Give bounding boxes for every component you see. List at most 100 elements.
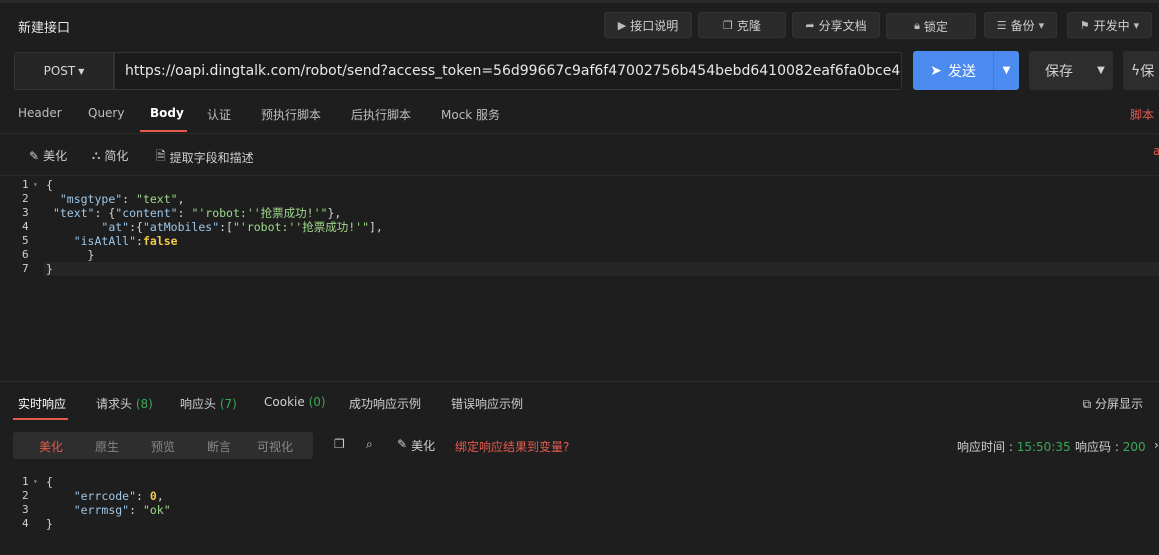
mode-raw[interactable]: 原生	[95, 438, 119, 455]
mode-assert[interactable]: 断言	[207, 438, 231, 455]
save-button-group: 保存 ▼	[1029, 51, 1113, 90]
simplify-label: 简化	[104, 149, 129, 163]
backup-dropdown[interactable]: ☰ 备份 ▾	[984, 12, 1057, 38]
copy-icon[interactable]: ❐	[334, 437, 345, 451]
response-code: 响应码 : 200	[1075, 440, 1146, 454]
top-bar: 新建接口 ▶ 接口说明 ❐ 克隆 ➦ 分享文档 🔒︎ 锁定 ☰ 备份 ▾ ⚑ 开…	[0, 0, 1159, 48]
send-dropdown-toggle[interactable]: ▼	[993, 51, 1019, 90]
quick-save-label: 保	[1140, 63, 1155, 80]
line-number: 1	[22, 178, 29, 191]
save-dropdown-toggle[interactable]: ▼	[1089, 65, 1113, 76]
caret-down-icon: ▾	[1038, 18, 1045, 32]
code-content: { "msgtype": "text", "text": {"content":…	[46, 178, 383, 276]
line-number: 4	[22, 517, 29, 530]
search-icon[interactable]: ⌕	[366, 437, 373, 452]
response-code-content: { "errcode": 0, "errmsg": "ok" }	[46, 475, 171, 531]
mode-preview[interactable]: 预览	[151, 438, 175, 455]
method-select[interactable]: POST ▼	[14, 52, 114, 90]
clone-button[interactable]: ❐ 克隆	[698, 12, 786, 38]
line-number: 2	[22, 489, 29, 502]
beautify-label: 美化	[43, 149, 68, 163]
mode-visualize[interactable]: 可视化	[257, 438, 293, 455]
line-gutter: 1 2 3 4 ▾	[0, 470, 42, 555]
response-toolbar: 美化 原生 预览 断言 可视化 ❐ ⌕ ✎ 美化 绑定响应结果到变量? 响应时间…	[0, 422, 1159, 470]
caret-down-icon: ▾	[1133, 18, 1140, 32]
active-tab-indicator	[140, 130, 187, 132]
line-number: 7	[22, 262, 29, 275]
paper-plane-icon: ➤	[930, 62, 942, 79]
fold-toggle-icon[interactable]: ▾	[33, 178, 38, 192]
share-doc-button[interactable]: ➦ 分享文档	[792, 12, 880, 38]
split-view-button[interactable]: ⧉ 分屏显示	[1083, 395, 1143, 412]
caret-down-icon: ▼	[78, 66, 85, 76]
line-number: 3	[22, 206, 29, 219]
send-label: 发送	[947, 63, 976, 80]
request-tabs: Header Query Body 认证 预执行脚本 后执行脚本 Mock 服务…	[0, 96, 1159, 134]
flag-icon: ⚑	[1079, 18, 1090, 32]
copy-icon: ❐	[723, 18, 733, 32]
url-input[interactable]: https://oapi.dingtalk.com/robot/send?acc…	[114, 52, 902, 90]
quick-save-button[interactable]: ϟ 保	[1123, 51, 1159, 90]
tab-auth[interactable]: 认证	[207, 106, 231, 123]
tab-post-script[interactable]: 后执行脚本	[351, 106, 411, 123]
response-time: 响应时间 : 15:50:35	[957, 440, 1071, 454]
tab-header[interactable]: Header	[18, 106, 62, 120]
line-number: 1	[22, 475, 29, 488]
tab-response-headers[interactable]: 响应头 (7)	[180, 395, 237, 412]
play-icon: ▶	[617, 18, 627, 32]
body-toolbar: ✎ 美化 ⛬ 简化 🗎︎ 提取字段和描述 a	[0, 134, 1159, 176]
api-doc-button[interactable]: ▶ 接口说明	[604, 12, 692, 38]
share-icon: ➦	[805, 18, 815, 32]
lock-icon: 🔒︎	[914, 19, 920, 32]
extract-fields-button[interactable]: 🗎︎ 提取字段和描述	[156, 147, 254, 168]
beautify-button[interactable]: ✎ 美化	[29, 147, 67, 164]
script-link[interactable]: 脚本	[1130, 106, 1154, 123]
response-view-modes: 美化 原生 预览 断言 可视化	[13, 432, 313, 459]
page-title: 新建接口	[18, 21, 71, 36]
method-value: POST	[43, 64, 76, 78]
line-gutter: 1 2 3 4 5 6 7 ▾	[0, 176, 42, 381]
line-number: 5	[22, 234, 29, 247]
split-view-icon: ⧉	[1082, 397, 1092, 411]
send-button-group: ➤ 发送 ▼	[913, 51, 1019, 90]
request-url-row: POST ▼ https://oapi.dingtalk.com/robot/s…	[0, 48, 1159, 96]
tab-error-example[interactable]: 错误响应示例	[451, 395, 523, 412]
response-beautify-button[interactable]: ✎ 美化	[397, 437, 435, 454]
tab-success-example[interactable]: 成功响应示例	[349, 395, 421, 412]
bind-response-variable-link[interactable]: 绑定响应结果到变量?	[455, 438, 569, 455]
lock-label: 锁定	[923, 19, 948, 34]
backup-label: 备份	[1010, 18, 1035, 33]
mode-beautify[interactable]: 美化	[39, 438, 63, 455]
extract-fields-label: 提取字段和描述	[169, 151, 254, 165]
request-body-editor[interactable]: 1 2 3 4 5 6 7 ▾ { "msgtype": "text", "te…	[0, 176, 1159, 381]
response-tabs: 实时响应 请求头 (8) 响应头 (7) Cookie (0) 成功响应示例 错…	[0, 382, 1159, 422]
magic-wand-icon: ✎	[397, 437, 408, 451]
response-body-viewer[interactable]: 1 2 3 4 ▾ { "errcode": 0, "errmsg": "ok"…	[0, 470, 1159, 555]
api-doc-label: 接口说明	[630, 18, 679, 33]
tab-body[interactable]: Body	[150, 106, 184, 120]
status-dropdown[interactable]: ⚑ 开发中 ▾	[1067, 12, 1152, 38]
lock-button[interactable]: 🔒︎ 锁定	[886, 13, 976, 39]
bolt-icon: ϟ	[1131, 62, 1141, 79]
tab-cookie[interactable]: Cookie (0)	[264, 395, 326, 409]
status-label: 开发中	[1093, 18, 1130, 33]
tab-request-headers[interactable]: 请求头 (8)	[96, 395, 153, 412]
share-doc-label: 分享文档	[818, 18, 867, 33]
tab-realtime-response[interactable]: 实时响应	[18, 395, 66, 412]
tab-query[interactable]: Query	[88, 106, 124, 120]
send-button[interactable]: ➤ 发送	[913, 61, 993, 81]
tab-pre-script[interactable]: 预执行脚本	[261, 106, 321, 123]
line-number: 6	[22, 248, 29, 261]
database-icon: ☰	[996, 18, 1007, 32]
sitemap-icon: ⛬	[92, 148, 101, 162]
active-tab-indicator	[13, 418, 68, 420]
line-number: 4	[22, 220, 29, 233]
tab-mock-service[interactable]: Mock 服务	[441, 106, 500, 123]
line-number: 3	[22, 503, 29, 516]
save-button[interactable]: 保存	[1029, 61, 1089, 81]
simplify-button[interactable]: ⛬ 简化	[92, 147, 128, 164]
fold-toggle-icon[interactable]: ▾	[33, 475, 38, 489]
more-chevron-icon[interactable]: ›	[1154, 438, 1159, 452]
overflow-indicator: a	[1153, 144, 1159, 158]
magic-wand-icon: ✎	[29, 148, 40, 163]
